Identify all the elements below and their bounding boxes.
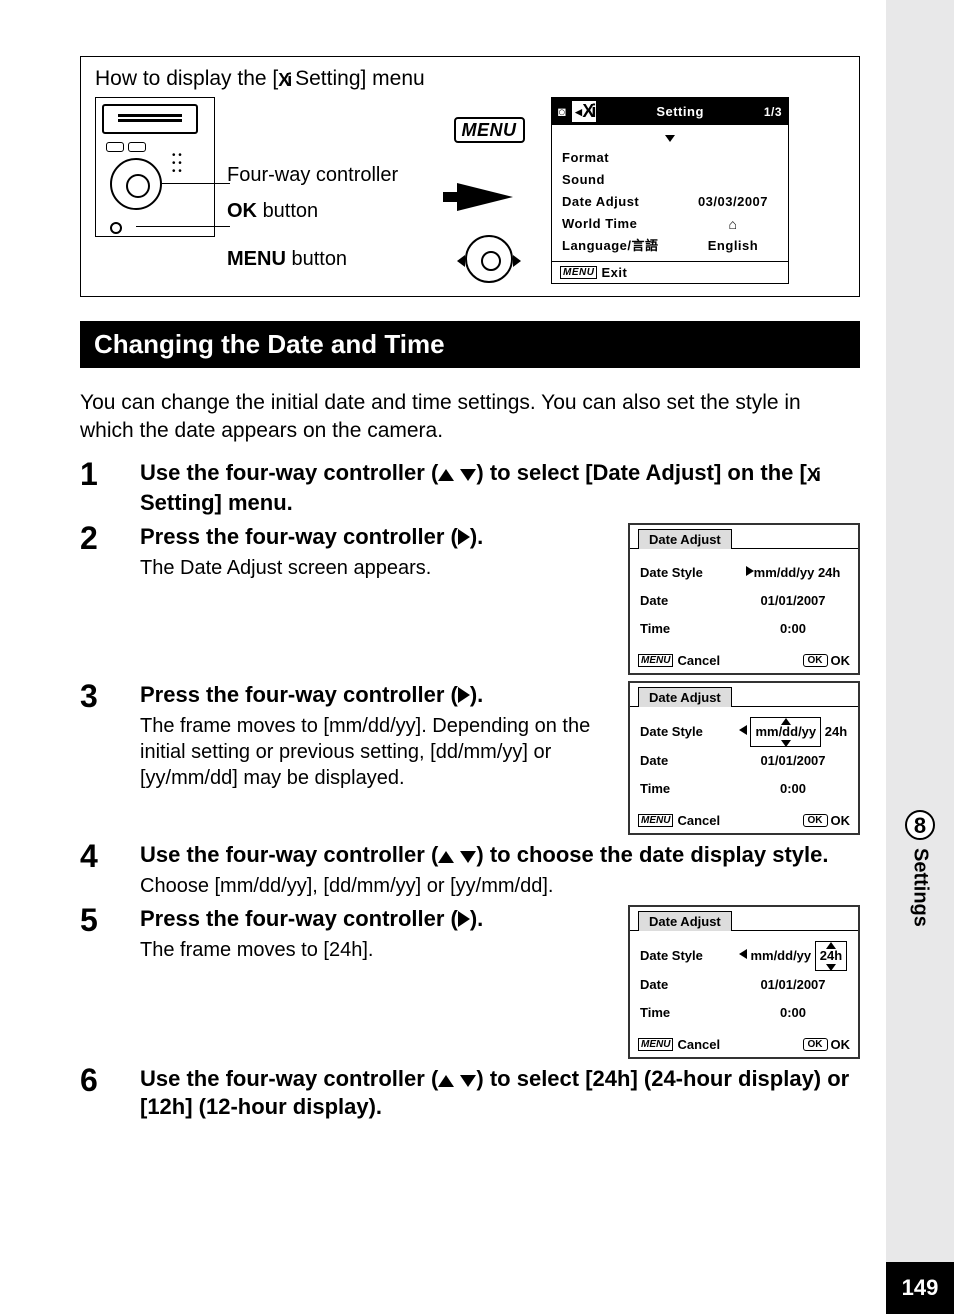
intro-box: How to display the [Xi Setting] menu • •… — [80, 56, 860, 297]
tool-icon: Xi — [278, 70, 289, 91]
section-heading: Changing the Date and Time — [80, 321, 860, 368]
camera-icon: ◙ — [558, 104, 566, 119]
step-3: 3 Press the four-way controller (). The … — [80, 681, 860, 835]
date-adjust-lcd-1: Date Adjust Date Stylemm/dd/yy 24h Date0… — [628, 523, 860, 675]
menu-badge: MENU — [454, 117, 525, 143]
side-tab: 8 Settings — [902, 810, 938, 927]
date-adjust-lcd-2: Date Adjust Date Style mm/dd/yy 24h Date — [628, 681, 860, 835]
page-number: 149 — [886, 1262, 954, 1314]
down-icon — [460, 469, 476, 481]
step-4: 4 Use the four-way controller ( ) to cho… — [80, 841, 860, 899]
up-icon — [438, 469, 454, 481]
intro-title: How to display the [Xi Setting] menu — [95, 67, 845, 91]
chapter-label: Settings — [909, 848, 932, 927]
step-6: 6 Use the four-way controller ( ) to sel… — [80, 1065, 860, 1121]
lead-text: You can change the initial date and time… — [80, 389, 860, 445]
ok-bold: OK — [227, 200, 257, 222]
right-icon — [458, 687, 470, 703]
home-icon: ⌂ — [688, 213, 778, 235]
setting-lcd: ◙ ◂Xi Setting 1/3 Format Sound Date Adju… — [551, 97, 789, 284]
lcd-footer: Exit — [601, 265, 627, 280]
camera-back-diagram: • •• •• • — [95, 97, 215, 237]
step-1: 1 Use the four-way controller ( ) to sel… — [80, 459, 860, 517]
arrow-column: MENU — [439, 97, 539, 283]
step-2: 2 Press the four-way controller (). The … — [80, 523, 860, 675]
mini-menu-badge: MENU — [560, 266, 597, 279]
down-arrow-icon — [665, 135, 675, 142]
lcd-page: 1/3 — [764, 105, 782, 119]
dial-icon — [465, 235, 513, 283]
chapter-number: 8 — [905, 810, 935, 840]
diagram-labels: Four-way controller OK button MENU butto… — [227, 97, 427, 277]
page-margin — [886, 0, 954, 1314]
label-fourway: Four-way controller — [227, 157, 427, 193]
step-5: 5 Press the four-way controller (). The … — [80, 905, 860, 1059]
date-adjust-lcd-3: Date Adjust Date Style mm/dd/yy 24h Date — [628, 905, 860, 1059]
right-icon — [458, 529, 470, 545]
menu-bold: MENU — [227, 248, 286, 270]
arrow-right-icon — [457, 183, 513, 211]
lcd-title: Setting — [602, 104, 757, 119]
